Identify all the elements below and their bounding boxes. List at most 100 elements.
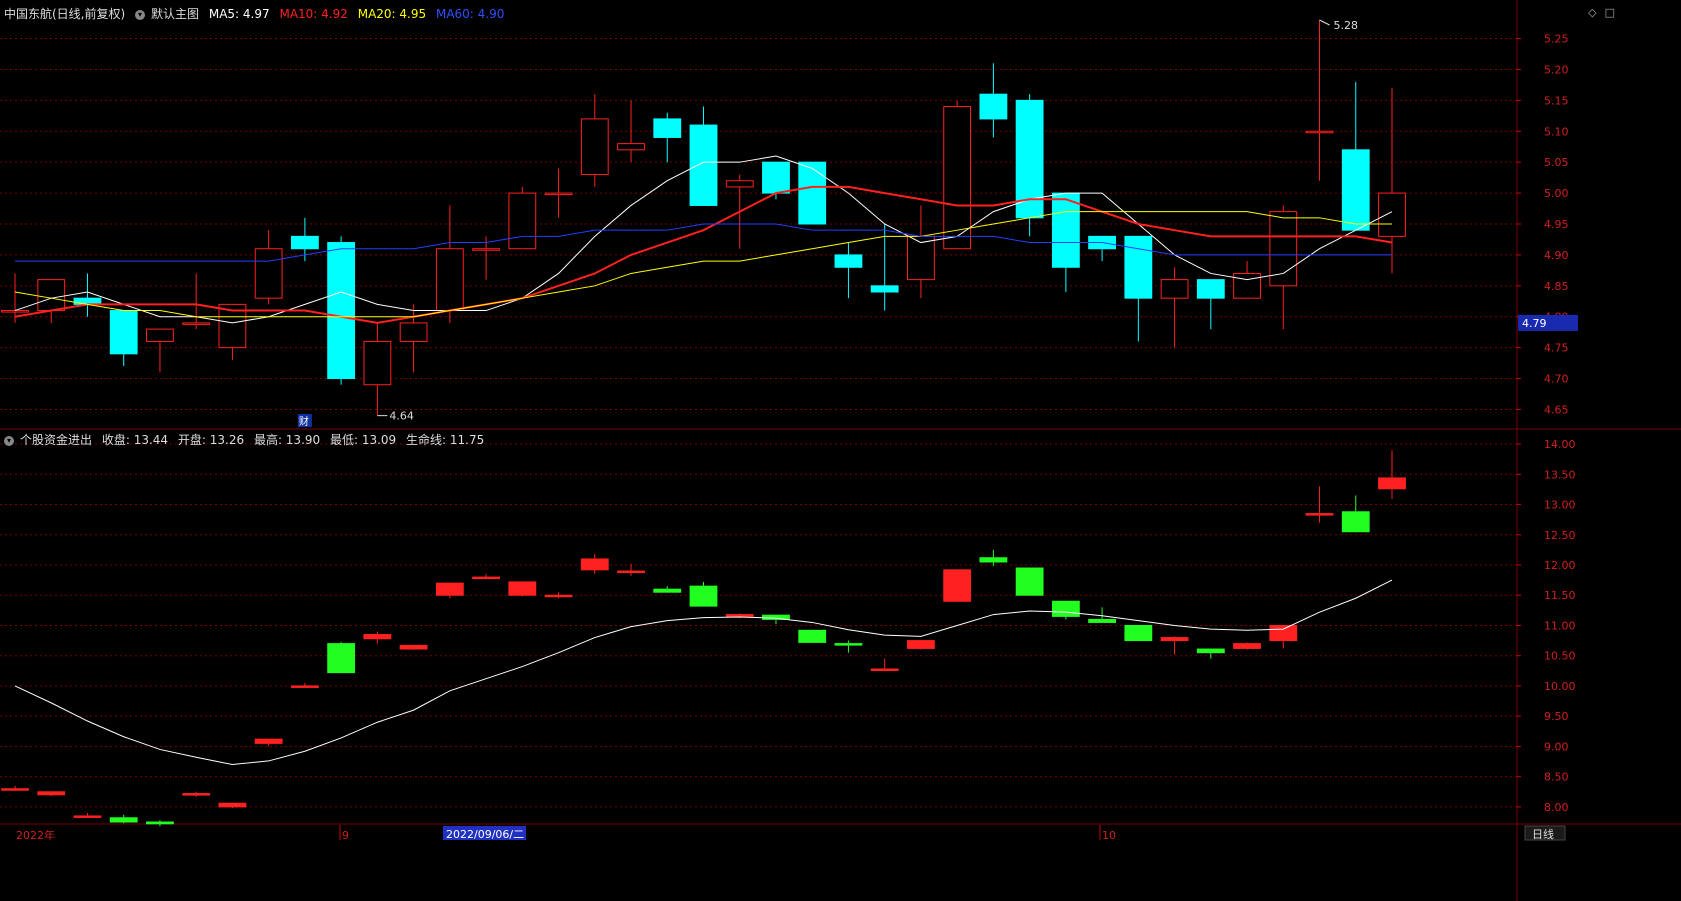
candle (1088, 235, 1117, 262)
candle-body (1269, 624, 1298, 642)
candle-body (182, 793, 211, 796)
square-icon[interactable]: □ (1605, 6, 1615, 19)
candle-body (399, 644, 428, 650)
candle-body (363, 340, 392, 386)
candle-body (834, 643, 863, 646)
y-tick-label: 4.70 (1544, 373, 1569, 386)
price-tag-label: 4.79 (1522, 317, 1547, 330)
chart-name: 默认主图 (151, 7, 200, 21)
candle-body (1196, 279, 1225, 299)
main-chart-toggle-icon[interactable]: ▾ (135, 9, 146, 20)
candle-body (363, 634, 392, 640)
candle-body (580, 118, 609, 176)
candle-body (1305, 130, 1334, 134)
candle-body (1124, 624, 1153, 642)
candle-body (327, 242, 356, 380)
candle (1051, 600, 1080, 620)
low-price-label: 4.64 (389, 410, 414, 423)
candle (73, 812, 102, 818)
candle-body (254, 248, 283, 299)
candle-body (327, 643, 356, 674)
candle (907, 205, 935, 299)
candle (109, 814, 138, 824)
candle-body (689, 124, 718, 206)
y-tick-label: 5.25 (1544, 33, 1569, 46)
candle (834, 640, 863, 653)
candle (146, 328, 174, 373)
candle-body (1233, 272, 1261, 299)
y-tick-label: 4.85 (1544, 280, 1569, 293)
candle (1160, 636, 1189, 655)
candle (943, 569, 972, 602)
candle-body (544, 192, 573, 196)
candle-body (182, 322, 211, 325)
candle-body (254, 738, 283, 744)
date-label-year: 2022年 (16, 828, 55, 842)
stock-title[interactable]: 中国东航(日线,前复权) (4, 7, 125, 21)
candle-body (979, 557, 1008, 563)
candle (1160, 267, 1189, 348)
close-label: 收盘: 13.44 (101, 433, 169, 447)
candle-body (689, 585, 718, 607)
y-tick-label: 5.00 (1544, 187, 1569, 200)
candle (653, 112, 682, 163)
candle-body (1341, 149, 1370, 231)
y-tick-label: 9.50 (1544, 710, 1569, 723)
candle (653, 586, 682, 593)
high-label: 最高: 13.90 (253, 433, 321, 447)
candle-body (1, 310, 29, 313)
candle (1341, 495, 1370, 533)
candle-body (218, 802, 247, 808)
sub-chart-toggle-icon[interactable]: ▾ (4, 435, 14, 446)
candle-body (1088, 618, 1117, 623)
candle-body (1233, 643, 1261, 649)
window-controls: ◇ □ (1580, 6, 1615, 19)
date-axis: 2022年 9 2022/09/06/二 10 日线 (16, 825, 1566, 842)
candle-body (870, 668, 899, 672)
candle-body (1051, 192, 1080, 268)
period-label: 日线 (1532, 827, 1554, 841)
candle (399, 644, 428, 650)
price-candles[interactable] (1, 20, 1406, 416)
candle-body (1341, 511, 1370, 533)
candle-body (508, 192, 537, 250)
candle-body (653, 588, 682, 593)
candle-body (798, 629, 827, 643)
y-tick-label: 5.05 (1544, 156, 1569, 169)
candle-body (1124, 235, 1153, 299)
candle (182, 273, 211, 330)
candle-body (146, 821, 174, 825)
candle (254, 230, 283, 305)
candle (182, 791, 211, 797)
candle-body (1196, 648, 1225, 654)
candle (327, 641, 356, 674)
candle-body (725, 180, 754, 188)
life-label: 生命线: 11.75 (406, 433, 485, 447)
candle (798, 161, 827, 225)
high-marker-arrow (1319, 19, 1330, 26)
ma20-label: MA20: 4.95 (357, 7, 427, 21)
candle-body (435, 582, 464, 596)
y-tick-label: 10.50 (1544, 650, 1576, 663)
diamond-icon[interactable]: ◇ (1588, 6, 1596, 19)
y-tick-label: 11.50 (1544, 589, 1576, 602)
candle-body (1160, 279, 1189, 299)
candle (544, 592, 573, 599)
candle-body (472, 576, 500, 580)
y-tick-label: 13.50 (1544, 468, 1576, 481)
indicator-title[interactable]: 个股资金进出 (20, 433, 92, 447)
date-label-sep: 9 (342, 829, 349, 842)
stock-chart[interactable]: 5.255.205.155.105.055.004.954.904.854.80… (0, 0, 1681, 901)
y-tick-label: 8.00 (1544, 801, 1569, 814)
candle-body (617, 143, 645, 151)
candle (435, 205, 464, 323)
candle-body (580, 558, 609, 571)
y-tick-label: 10.00 (1544, 680, 1576, 693)
candle (943, 100, 972, 250)
fund-flow-candles[interactable] (1, 450, 1406, 827)
candle-body (399, 322, 428, 342)
high-price-label: 5.28 (1334, 19, 1359, 32)
candle-body (798, 161, 827, 225)
candle (834, 242, 863, 299)
low-label: 最低: 13.09 (329, 433, 397, 447)
